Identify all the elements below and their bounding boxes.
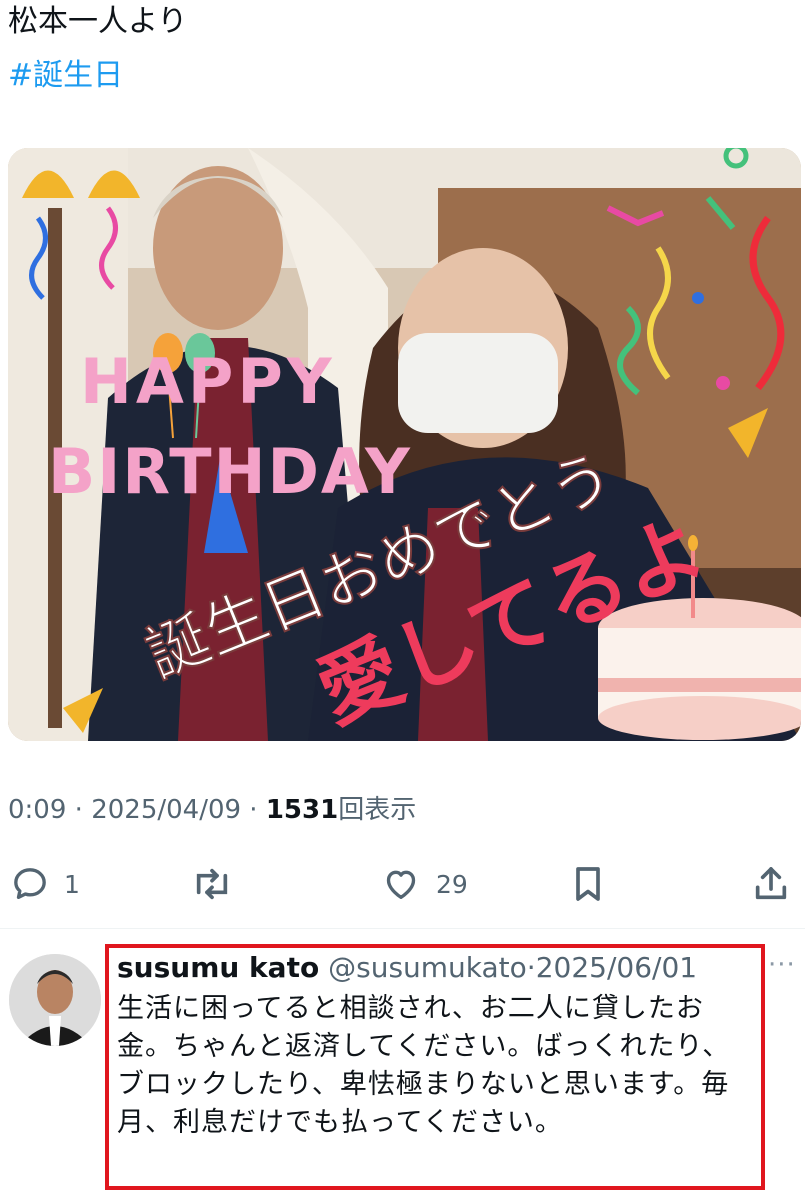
meta-separator: ·	[241, 795, 266, 825]
reply-author-name[interactable]: susumu kato	[117, 951, 319, 984]
hashtag-link[interactable]: #誕生日	[8, 56, 123, 96]
post-meta: 0:09 · 2025/04/09 · 1531回表示	[8, 792, 416, 828]
reply-date[interactable]: 2025/06/01	[536, 951, 697, 984]
like-button[interactable]: 29	[380, 856, 468, 912]
reply-button[interactable]: 1	[10, 856, 80, 912]
post-text: 松本一人より	[8, 4, 188, 39]
post-time: 0:09	[8, 795, 67, 825]
reply-separator: ·	[526, 951, 536, 984]
reply-header: susumu kato @susumukato·2025/06/01	[117, 950, 697, 986]
share-icon	[755, 867, 787, 900]
like-count: 29	[436, 869, 468, 899]
birthday-overlay: BIRTHDAY	[48, 435, 412, 508]
reply-text: 生活に困ってると相談され、お二人に貸したお金。ちゃんと返済してください。ばっくれ…	[117, 993, 731, 1138]
post-photo[interactable]: HAPPY BIRTHDAY 誕生日おめでとう 愛してるよ	[8, 148, 801, 741]
post-date: 2025/04/09	[91, 795, 242, 825]
action-bar: 1 29	[0, 856, 805, 912]
birthday-photo: HAPPY BIRTHDAY 誕生日おめでとう 愛してるよ	[8, 148, 801, 741]
reply-icon	[14, 868, 46, 899]
bookmark-icon	[576, 867, 600, 901]
tweet-detail-page: 松本一人より #誕生日 HAPPY BIRTHDAY 誕生日おめでとう 愛してる…	[0, 0, 805, 1200]
heart-icon	[386, 870, 416, 899]
share-button[interactable]	[752, 856, 790, 912]
reply-avatar[interactable]	[9, 954, 101, 1046]
divider	[0, 928, 805, 929]
views-label: 回表示	[338, 795, 417, 825]
repost-button[interactable]	[190, 856, 234, 912]
reply-count: 1	[64, 869, 80, 899]
happy-overlay: HAPPY	[80, 345, 336, 418]
views-count: 1531	[265, 795, 339, 825]
more-options-button[interactable]: ···	[768, 950, 796, 980]
meta-separator: ·	[66, 795, 92, 825]
avatar-image	[9, 954, 101, 1046]
bookmark-button[interactable]	[570, 856, 606, 912]
repost-icon	[196, 868, 228, 900]
reply-author-handle[interactable]: @susumukato	[328, 951, 527, 984]
